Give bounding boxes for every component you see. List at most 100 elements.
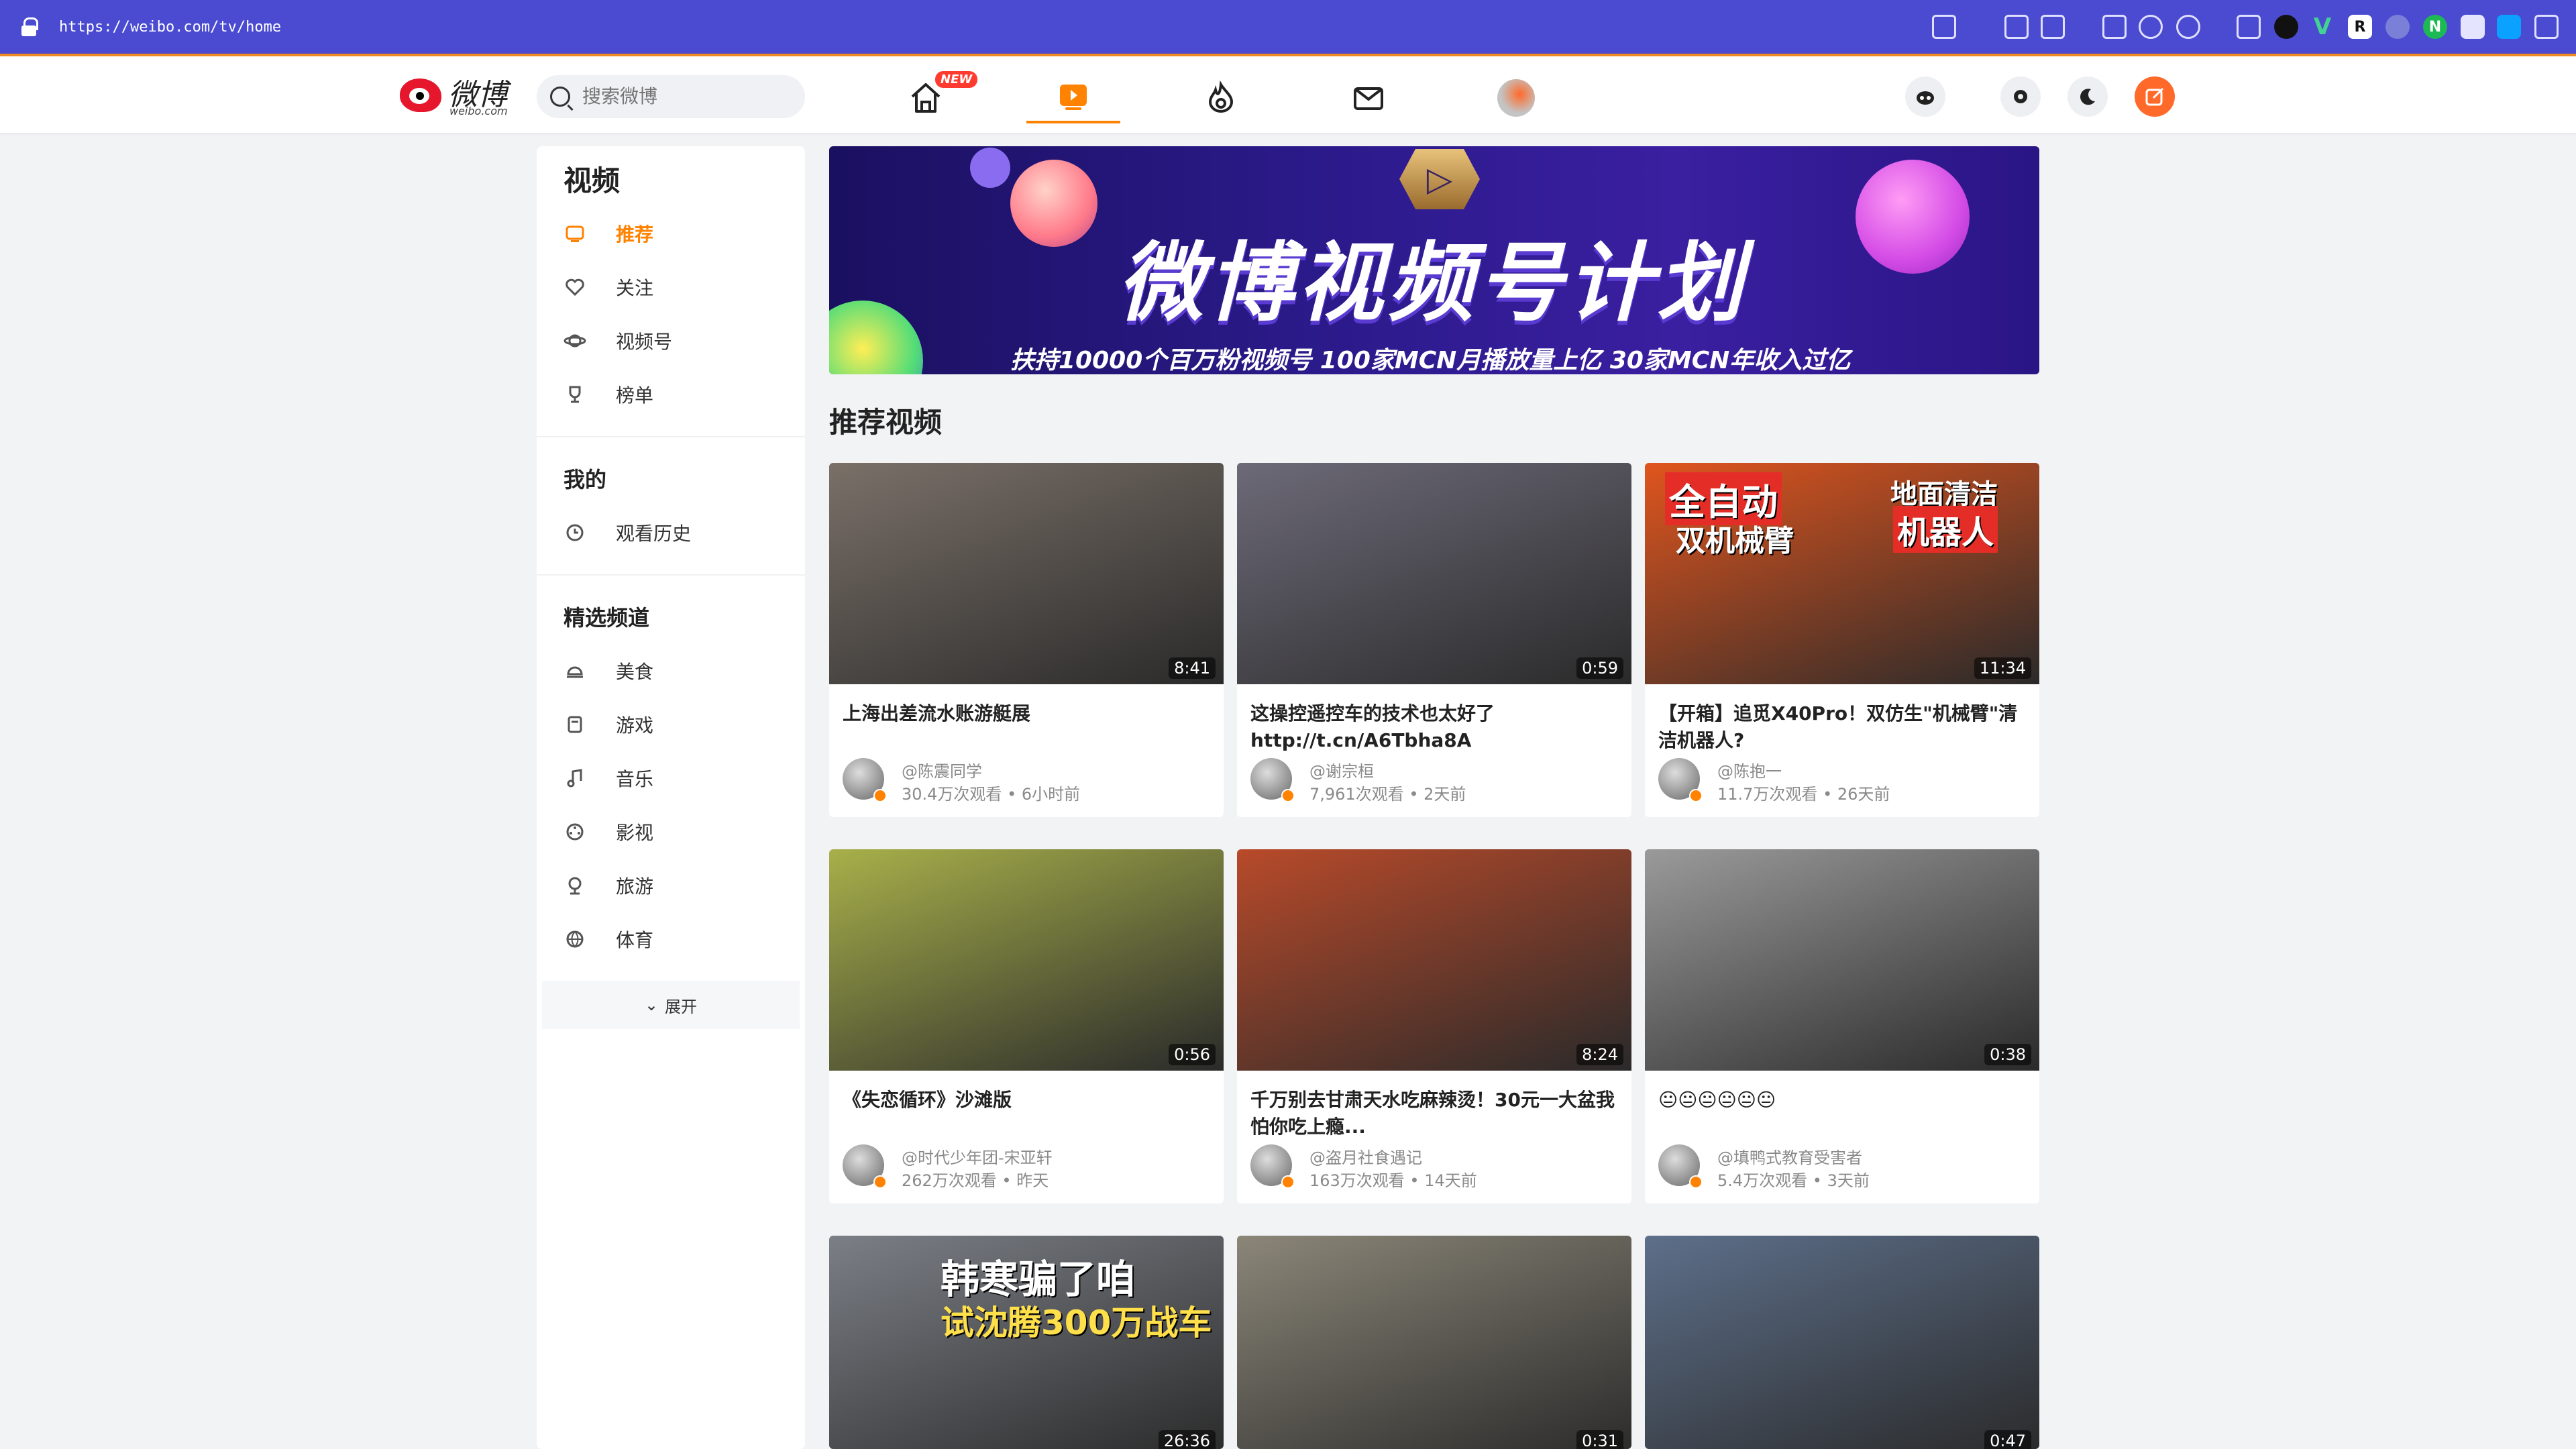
panel-icon[interactable]: [2461, 15, 2485, 39]
video-author[interactable]: @谢宗桓: [1309, 758, 1374, 782]
sidebar-item-food[interactable]: 美食: [564, 651, 792, 691]
video-card[interactable]: 0:47: [1645, 1236, 2039, 1449]
clock-icon: [564, 521, 586, 544]
sidebar-item-recommend[interactable]: 推荐: [564, 213, 792, 254]
sidebar-item-label: 体育: [616, 929, 654, 951]
vue-icon[interactable]: V: [2310, 13, 2334, 40]
expand-button[interactable]: ⌄ 展开: [542, 981, 800, 1029]
link-icon[interactable]: [1932, 15, 1956, 39]
game-icon: [564, 713, 586, 736]
planet-icon: [564, 329, 586, 352]
search-box[interactable]: [537, 75, 805, 118]
verified-badge-icon: [1281, 789, 1295, 802]
sidebar-item-history[interactable]: 观看历史: [564, 513, 792, 553]
video-title[interactable]: 😐😐😐😐😐😐: [1658, 1087, 2031, 1114]
moon-icon: [2080, 89, 2095, 105]
video-card[interactable]: 0:59 这操控遥控车的技术也太好了 http://t.cn/A6Tbha8A @谢…: [1237, 463, 1631, 817]
nav-messages[interactable]: [1322, 72, 1415, 123]
n-extension-icon[interactable]: N: [2423, 15, 2447, 39]
new-badge: NEW: [935, 71, 978, 88]
video-author[interactable]: @盗月社食遇记: [1309, 1144, 1422, 1168]
sidebar-item-film[interactable]: 影视: [564, 812, 792, 852]
video-author[interactable]: @时代少年团-宋亚轩: [902, 1144, 1053, 1168]
sidebar-item-label: 影视: [616, 822, 654, 844]
video-title[interactable]: 【开箱】追觅X40Pro！双仿生"机械臂"清洁机器人?: [1658, 700, 2031, 754]
settings-button[interactable]: [2000, 76, 2041, 117]
video-thumbnail[interactable]: [829, 849, 1224, 1071]
video-thumbnail[interactable]: [1237, 1236, 1631, 1449]
video-thumbnail[interactable]: [1645, 849, 2039, 1071]
sidebar-item-sports[interactable]: 体育: [564, 919, 792, 959]
compose-button[interactable]: [2135, 76, 2175, 117]
video-thumbnail[interactable]: [829, 463, 1224, 684]
nav-profile[interactable]: [1469, 72, 1563, 123]
video-card[interactable]: 0:56 《失恋循环》沙滩版 @时代少年团-宋亚轩 262万次观看 • 昨天: [829, 849, 1224, 1203]
verified-badge-icon: [873, 789, 887, 802]
video-title[interactable]: 上海出差流水账游艇展: [843, 700, 1216, 727]
media-icon[interactable]: [2004, 15, 2029, 39]
camera-icon[interactable]: [2041, 15, 2065, 39]
code-icon[interactable]: [2237, 15, 2261, 39]
sports-icon: [564, 928, 586, 951]
search-input[interactable]: [582, 86, 784, 107]
video-duration: 11:34: [1974, 657, 2031, 679]
nav-video[interactable]: [1026, 72, 1120, 123]
banner-subtitle: 扶持10000个百万粉视频号 100家MCN月播放量上亿 30家MCN年收入过亿: [1010, 347, 1851, 374]
weibo-eye-icon: [400, 78, 441, 112]
video-title[interactable]: 千万别去甘肃天水吃麻辣烫！30元一大盆我怕你吃上瘾...: [1250, 1087, 1623, 1140]
thumbnail-overlay-text: 双机械臂: [1676, 524, 1794, 558]
weibo-logo[interactable]: 微博 weibo.com: [400, 72, 508, 118]
sidebar-item-label: 观看历史: [616, 523, 692, 545]
r-extension-icon[interactable]: R: [2348, 15, 2372, 39]
music-icon: [564, 767, 586, 790]
sidebar-item-ranking[interactable]: 榜单: [564, 374, 792, 415]
sidebar-item-follow[interactable]: 关注: [564, 267, 792, 307]
globe-icon[interactable]: [2139, 15, 2163, 39]
lock-icon: [21, 17, 38, 36]
video-card[interactable]: 26:36 韩寒骗了咱 试沈腾300万战车: [829, 1236, 1224, 1449]
travel-icon: [564, 874, 586, 897]
video-card[interactable]: 0:38 😐😐😐😐😐😐 @填鸭式教育受害者 5.4万次观看 • 3天前: [1645, 849, 2039, 1203]
video-plan-banner[interactable]: ▷ 微博视频号计划 扶持10000个百万粉视频号 100家MCN月播放量上亿 3…: [829, 146, 2039, 374]
sidebar-item-label: 关注: [616, 277, 654, 299]
extension-icon[interactable]: [2385, 15, 2410, 39]
divider: [537, 436, 805, 437]
chevron-down-icon: ⌄: [644, 996, 659, 1014]
record-icon[interactable]: [2274, 15, 2298, 39]
video-title[interactable]: 《失恋循环》沙滩版: [843, 1087, 1216, 1114]
video-card[interactable]: 8:41 上海出差流水账游艇展 @陈震同学 30.4万次观看 • 6小时前: [829, 463, 1224, 817]
mail-icon: [1354, 87, 1383, 110]
sidebar-item-music[interactable]: 音乐: [564, 758, 792, 798]
video-thumbnail[interactable]: [1645, 1236, 2039, 1449]
sidebar-mine-title: 我的: [564, 467, 607, 492]
video-card[interactable]: 0:31: [1237, 1236, 1631, 1449]
video-icon: [1060, 85, 1087, 110]
video-duration: 0:38: [1984, 1044, 2031, 1065]
video-card[interactable]: 11:34 【开箱】追觅X40Pro！双仿生"机械臂"清洁机器人? @陈抱一 11.7…: [1645, 463, 2039, 817]
sidebar-item-channels[interactable]: 视频号: [564, 321, 792, 361]
sidebar-toggle-icon[interactable]: [2534, 15, 2559, 39]
banner-title: 微博视频号计划: [1118, 233, 1748, 333]
video-author[interactable]: @填鸭式教育受害者: [1717, 1144, 1862, 1168]
video-thumbnail[interactable]: [1237, 849, 1631, 1071]
ai-assistant-button[interactable]: [1905, 76, 1945, 117]
food-icon: [564, 659, 586, 682]
video-meta: 5.4万次观看 • 3天前: [1717, 1171, 1870, 1190]
video-author[interactable]: @陈震同学: [902, 758, 982, 782]
video-title[interactable]: 这操控遥控车的技术也太好了 http://t.cn/A6Tbha8A: [1250, 700, 1623, 754]
window-icon[interactable]: [2102, 15, 2127, 39]
video-card[interactable]: 8:24 千万别去甘肃天水吃麻辣烫！30元一大盆我怕你吃上瘾... @盗月社食遇记 1…: [1237, 849, 1631, 1203]
calendar-icon[interactable]: [2497, 15, 2521, 39]
planet-decoration: [1010, 160, 1097, 247]
video-thumbnail[interactable]: [1237, 463, 1631, 684]
theme-toggle-button[interactable]: [2068, 76, 2108, 117]
sidebar-item-game[interactable]: 游戏: [564, 704, 792, 745]
sidebar-item-travel[interactable]: 旅游: [564, 865, 792, 906]
sidebar-title: 视频: [564, 164, 621, 197]
url-text[interactable]: https://weibo.com/tv/home: [59, 19, 281, 36]
search-icon: [550, 87, 570, 107]
nav-hot[interactable]: [1174, 72, 1268, 123]
top-nav: 微博 weibo.com NEW: [0, 54, 2576, 133]
video-author[interactable]: @陈抱一: [1717, 758, 1782, 782]
crosshair-icon[interactable]: [2176, 15, 2200, 39]
